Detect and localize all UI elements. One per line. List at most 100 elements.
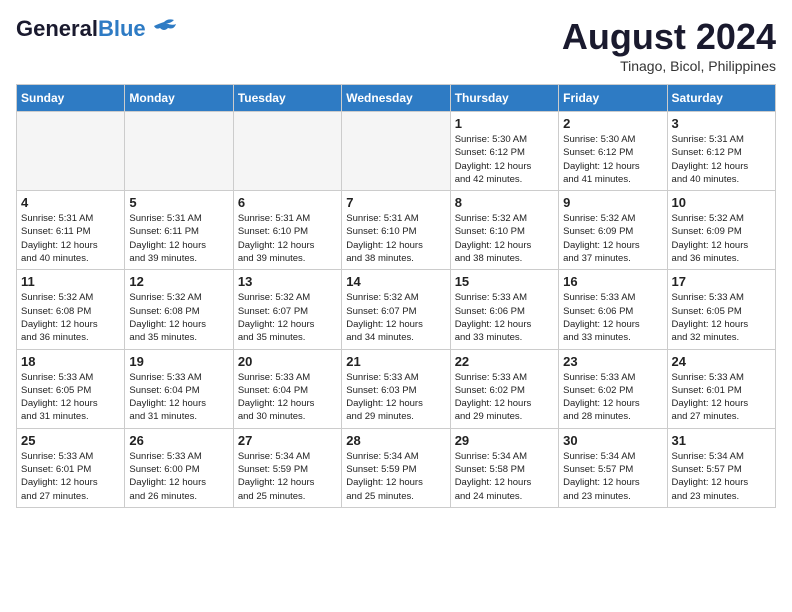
calendar-cell: 17 Sunrise: 5:33 AM Sunset: 6:05 PM Dayli… — [667, 270, 775, 349]
day-number: 20 — [238, 354, 337, 369]
day-number: 24 — [672, 354, 771, 369]
day-number: 15 — [455, 274, 554, 289]
day-info: Sunrise: 5:33 AM Sunset: 6:05 PM Dayligh… — [21, 371, 120, 424]
day-info: Sunrise: 5:31 AM Sunset: 6:10 PM Dayligh… — [346, 212, 445, 265]
day-number: 29 — [455, 433, 554, 448]
calendar-cell: 20 Sunrise: 5:33 AM Sunset: 6:04 PM Dayli… — [233, 349, 341, 428]
day-number: 22 — [455, 354, 554, 369]
day-info: Sunrise: 5:32 AM Sunset: 6:07 PM Dayligh… — [238, 291, 337, 344]
day-number: 5 — [129, 195, 228, 210]
day-number: 14 — [346, 274, 445, 289]
day-number: 21 — [346, 354, 445, 369]
calendar-cell: 29Sunrise: 5:34 AM Sunset: 5:58 PM Dayli… — [450, 428, 558, 507]
title-section: August 2024 Tinago, Bicol, Philippines — [562, 16, 776, 74]
calendar-cell: 14 Sunrise: 5:32 AM Sunset: 6:07 PM Dayli… — [342, 270, 450, 349]
calendar-cell: 2 Sunrise: 5:30 AM Sunset: 6:12 PM Daylig… — [559, 112, 667, 191]
logo-text: GeneralBlue — [16, 16, 146, 42]
calendar-cell — [342, 112, 450, 191]
logo: GeneralBlue — [16, 16, 178, 42]
calendar-cell: 21 Sunrise: 5:33 AM Sunset: 6:03 PM Dayli… — [342, 349, 450, 428]
day-number: 17 — [672, 274, 771, 289]
calendar-cell: 6 Sunrise: 5:31 AM Sunset: 6:10 PM Daylig… — [233, 191, 341, 270]
day-number: 27 — [238, 433, 337, 448]
calendar-cell: 28 Sunrise: 5:34 AM Sunset: 5:59 PM Dayli… — [342, 428, 450, 507]
day-info: Sunrise: 5:32 AM Sunset: 6:08 PM Dayligh… — [129, 291, 228, 344]
day-number: 31 — [672, 433, 771, 448]
day-info: Sunrise: 5:33 AM Sunset: 6:01 PM Dayligh… — [21, 450, 120, 503]
day-number: 11 — [21, 274, 120, 289]
day-info: Sunrise: 5:33 AM Sunset: 6:02 PM Dayligh… — [563, 371, 662, 424]
day-number: 8 — [455, 195, 554, 210]
col-saturday: Saturday — [667, 85, 775, 112]
day-number: 12 — [129, 274, 228, 289]
day-number: 4 — [21, 195, 120, 210]
day-number: 26 — [129, 433, 228, 448]
calendar-cell: 1Sunrise: 5:30 AM Sunset: 6:12 PM Daylig… — [450, 112, 558, 191]
day-info: Sunrise: 5:32 AM Sunset: 6:08 PM Dayligh… — [21, 291, 120, 344]
day-info: Sunrise: 5:34 AM Sunset: 5:59 PM Dayligh… — [238, 450, 337, 503]
calendar-week-row: 11 Sunrise: 5:32 AM Sunset: 6:08 PM Dayli… — [17, 270, 776, 349]
calendar-header-row: Sunday Monday Tuesday Wednesday Thursday… — [17, 85, 776, 112]
calendar-cell — [233, 112, 341, 191]
day-number: 19 — [129, 354, 228, 369]
calendar-cell: 8 Sunrise: 5:32 AM Sunset: 6:10 PM Daylig… — [450, 191, 558, 270]
calendar-cell: 13 Sunrise: 5:32 AM Sunset: 6:07 PM Dayli… — [233, 270, 341, 349]
calendar-cell: 22 Sunrise: 5:33 AM Sunset: 6:02 PM Dayli… — [450, 349, 558, 428]
calendar-week-row: 1 Sunrise: 5:30 AM Sunset: 6:12 PM Daylig… — [17, 112, 776, 191]
logo-bird-icon — [150, 18, 178, 40]
day-info: Sunrise: 5:33 AM Sunset: 6:03 PM Dayligh… — [346, 371, 445, 424]
col-monday: Monday — [125, 85, 233, 112]
day-info: Sunrise: 5:33 AM Sunset: 6:04 PM Dayligh… — [238, 371, 337, 424]
day-info: Sunrise: 5:32 AM Sunset: 6:07 PM Dayligh… — [346, 291, 445, 344]
calendar-cell: 3 Sunrise: 5:31 AM Sunset: 6:12 PM Daylig… — [667, 112, 775, 191]
location: Tinago, Bicol, Philippines — [562, 58, 776, 74]
day-number: 7 — [346, 195, 445, 210]
calendar-cell: 19 Sunrise: 5:33 AM Sunset: 6:04 PM Dayli… — [125, 349, 233, 428]
calendar-cell: 16 Sunrise: 5:33 AM Sunset: 6:06 PM Dayli… — [559, 270, 667, 349]
day-info: Sunrise: 5:32 AM Sunset: 6:10 PM Dayligh… — [455, 212, 554, 265]
day-info: Sunrise: 5:31 AM Sunset: 6:12 PM Dayligh… — [672, 133, 771, 186]
calendar-week-row: 4 Sunrise: 5:31 AM Sunset: 6:11 PM Daylig… — [17, 191, 776, 270]
col-sunday: Sunday — [17, 85, 125, 112]
calendar-cell: 11 Sunrise: 5:32 AM Sunset: 6:08 PM Dayli… — [17, 270, 125, 349]
day-info: Sunrise: 5:33 AM Sunset: 6:04 PM Dayligh… — [129, 371, 228, 424]
calendar-cell: 9 Sunrise: 5:32 AM Sunset: 6:09 PM Daylig… — [559, 191, 667, 270]
day-number: 10 — [672, 195, 771, 210]
month-title: August 2024 — [562, 16, 776, 58]
col-thursday: Thursday — [450, 85, 558, 112]
calendar-cell: 7 Sunrise: 5:31 AM Sunset: 6:10 PM Daylig… — [342, 191, 450, 270]
col-wednesday: Wednesday — [342, 85, 450, 112]
day-info: Sunrise: 5:32 AM Sunset: 6:09 PM Dayligh… — [563, 212, 662, 265]
day-number: 28 — [346, 433, 445, 448]
day-info: Sunrise: 5:33 AM Sunset: 6:00 PM Dayligh… — [129, 450, 228, 503]
day-number: 1 — [455, 116, 554, 131]
day-info: Sunrise: 5:33 AM Sunset: 6:06 PM Dayligh… — [563, 291, 662, 344]
day-number: 6 — [238, 195, 337, 210]
calendar-cell: 27 Sunrise: 5:34 AM Sunset: 5:59 PM Dayli… — [233, 428, 341, 507]
calendar-cell: 4 Sunrise: 5:31 AM Sunset: 6:11 PM Daylig… — [17, 191, 125, 270]
day-info: Sunrise: 5:33 AM Sunset: 6:01 PM Dayligh… — [672, 371, 771, 424]
day-number: 3 — [672, 116, 771, 131]
day-number: 23 — [563, 354, 662, 369]
calendar-week-row: 25Sunrise: 5:33 AM Sunset: 6:01 PM Dayli… — [17, 428, 776, 507]
day-number: 16 — [563, 274, 662, 289]
calendar-table: Sunday Monday Tuesday Wednesday Thursday… — [16, 84, 776, 508]
day-info: Sunrise: 5:34 AM Sunset: 5:57 PM Dayligh… — [563, 450, 662, 503]
day-info: Sunrise: 5:34 AM Sunset: 5:59 PM Dayligh… — [346, 450, 445, 503]
calendar-cell: 24 Sunrise: 5:33 AM Sunset: 6:01 PM Dayli… — [667, 349, 775, 428]
day-number: 13 — [238, 274, 337, 289]
calendar-cell: 5Sunrise: 5:31 AM Sunset: 6:11 PM Daylig… — [125, 191, 233, 270]
day-number: 9 — [563, 195, 662, 210]
day-number: 30 — [563, 433, 662, 448]
calendar-cell: 26 Sunrise: 5:33 AM Sunset: 6:00 PM Dayli… — [125, 428, 233, 507]
calendar-cell: 18Sunrise: 5:33 AM Sunset: 6:05 PM Dayli… — [17, 349, 125, 428]
day-info: Sunrise: 5:31 AM Sunset: 6:11 PM Dayligh… — [21, 212, 120, 265]
calendar-cell: 15 Sunrise: 5:33 AM Sunset: 6:06 PM Dayli… — [450, 270, 558, 349]
day-info: Sunrise: 5:31 AM Sunset: 6:10 PM Dayligh… — [238, 212, 337, 265]
day-info: Sunrise: 5:33 AM Sunset: 6:06 PM Dayligh… — [455, 291, 554, 344]
day-info: Sunrise: 5:30 AM Sunset: 6:12 PM Dayligh… — [563, 133, 662, 186]
day-info: Sunrise: 5:33 AM Sunset: 6:02 PM Dayligh… — [455, 371, 554, 424]
day-info: Sunrise: 5:33 AM Sunset: 6:05 PM Dayligh… — [672, 291, 771, 344]
calendar-cell: 23 Sunrise: 5:33 AM Sunset: 6:02 PM Dayli… — [559, 349, 667, 428]
day-number: 2 — [563, 116, 662, 131]
